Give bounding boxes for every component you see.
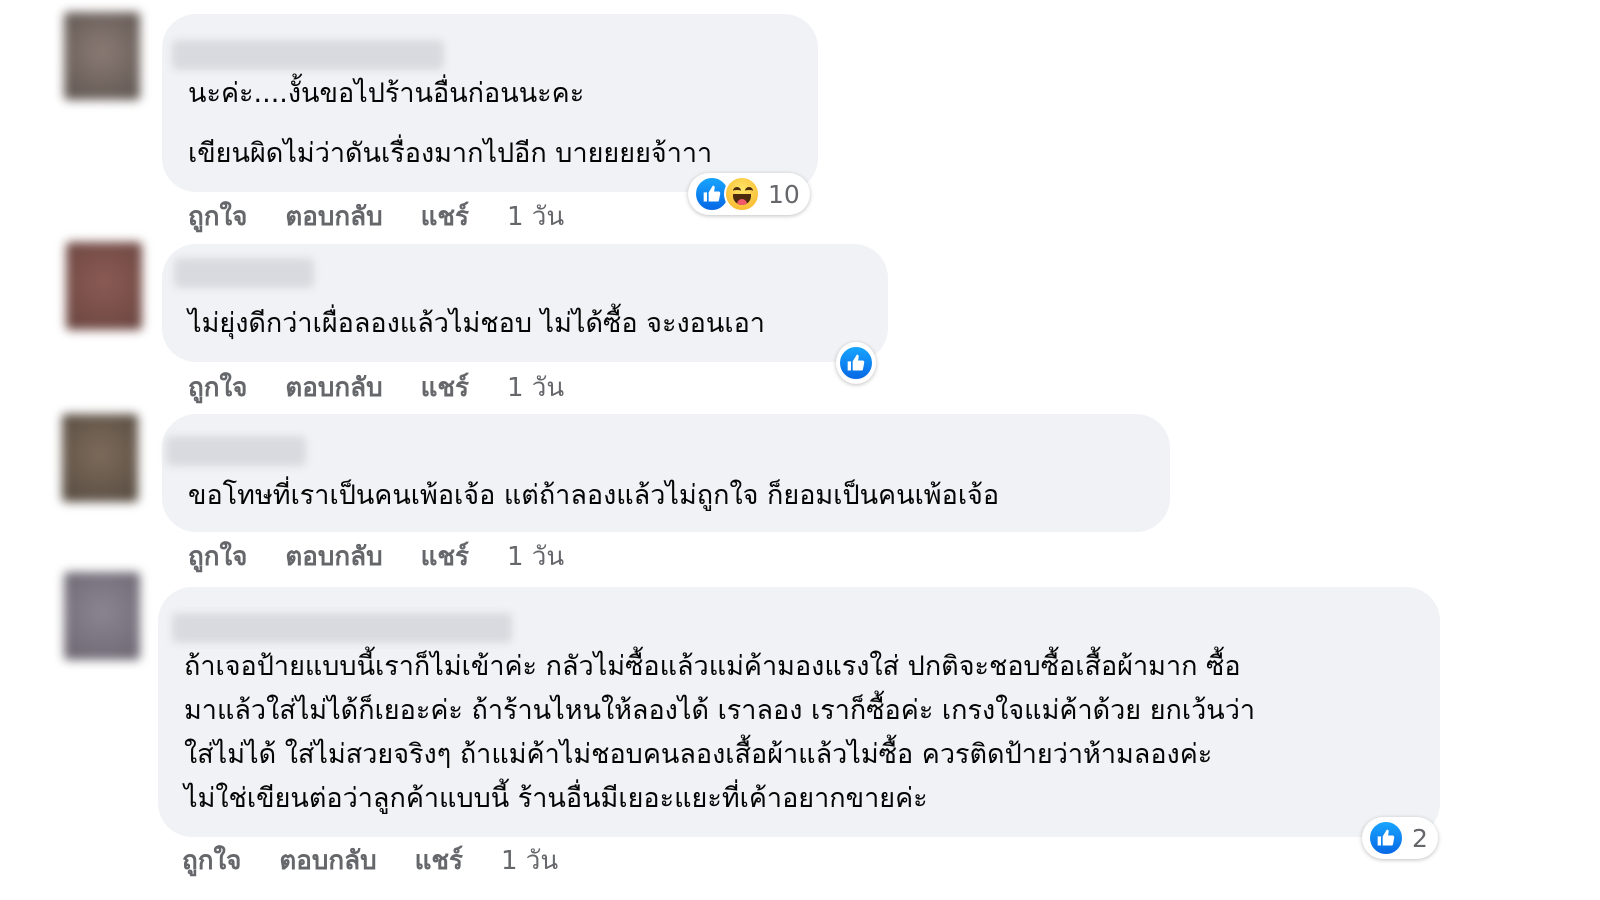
avatar[interactable]: [64, 572, 140, 660]
comment-text-line: นะค่ะ....งั้นขอไปร้านอื่นก่อนนะคะ: [188, 78, 585, 109]
comment-bubble: ขอโทษที่เราเป็นคนเพ้อเจ้อ แต่ถ้าลองแล้วไ…: [162, 414, 1170, 532]
commenter-name[interactable]: [172, 613, 512, 643]
reply-button[interactable]: ตอบกลับ: [279, 840, 376, 881]
comment-bubble: ถ้าเจอป้ายแบบนี้เราก็ไม่เข้าค่ะ กลัวไม่ซ…: [158, 587, 1440, 837]
comment-text-line: ไม่ใช่เขียนต่อว่าลูกค้าแบบนี้ ร้านอื่นมี…: [184, 783, 928, 814]
comment-actions: ถูกใจ ตอบกลับ แชร์ 1 วัน: [182, 840, 558, 881]
comment-actions: ถูกใจ ตอบกลับ แชร์ 1 วัน: [188, 196, 564, 237]
like-button[interactable]: ถูกใจ: [188, 367, 247, 408]
reactions-summary[interactable]: 10: [688, 173, 810, 215]
like-icon: [838, 345, 874, 381]
reactions-summary[interactable]: [836, 342, 876, 384]
commenter-name[interactable]: [166, 436, 306, 466]
reactions-summary[interactable]: 2: [1362, 817, 1438, 859]
like-button[interactable]: ถูกใจ: [188, 196, 247, 237]
haha-icon: [724, 176, 760, 212]
reply-button[interactable]: ตอบกลับ: [285, 196, 382, 237]
reply-button[interactable]: ตอบกลับ: [285, 367, 382, 408]
comment-text-line: ไม่ยุ่งดีกว่าเผื่อลองแล้วไม่ชอบ ไม่ได้ซื…: [188, 308, 765, 339]
share-button[interactable]: แชร์: [421, 367, 469, 408]
comment-text-line: ถ้าเจอป้ายแบบนี้เราก็ไม่เข้าค่ะ กลัวไม่ซ…: [184, 651, 1241, 682]
comment-text-line: ใส่ไม่ได้ ใส่ไม่สวยจริงๆ ถ้าแม่ค้าไม่ชอบ…: [184, 739, 1213, 770]
timestamp[interactable]: 1 วัน: [507, 367, 564, 408]
comment-bubble: ไม่ยุ่งดีกว่าเผื่อลองแล้วไม่ชอบ ไม่ได้ซื…: [162, 244, 888, 362]
timestamp[interactable]: 1 วัน: [501, 840, 558, 881]
comment-text-line: มาแล้วใส่ไม่ได้ก็เยอะค่ะ ถ้าร้านไหนให้ลอ…: [184, 695, 1256, 726]
reaction-count: 2: [1412, 823, 1428, 853]
commenter-name[interactable]: [172, 40, 444, 70]
like-icon: [1368, 820, 1404, 856]
like-button[interactable]: ถูกใจ: [188, 536, 247, 577]
timestamp[interactable]: 1 วัน: [507, 536, 564, 577]
comment-actions: ถูกใจ ตอบกลับ แชร์ 1 วัน: [188, 536, 564, 577]
comment-text-line: ขอโทษที่เราเป็นคนเพ้อเจ้อ แต่ถ้าลองแล้วไ…: [188, 480, 1000, 511]
avatar[interactable]: [66, 242, 142, 330]
avatar[interactable]: [62, 414, 138, 502]
comment-bubble: นะค่ะ....งั้นขอไปร้านอื่นก่อนนะคะ เขียนผ…: [162, 14, 818, 192]
share-button[interactable]: แชร์: [421, 196, 469, 237]
like-button[interactable]: ถูกใจ: [182, 840, 241, 881]
reaction-count: 10: [768, 179, 800, 209]
share-button[interactable]: แชร์: [421, 536, 469, 577]
commenter-name[interactable]: [174, 258, 314, 288]
timestamp[interactable]: 1 วัน: [507, 196, 564, 237]
comment-text-line: เขียนผิดไม่ว่าดันเรื่องมากไปอีก บายยยยจ้…: [188, 138, 713, 169]
comment-actions: ถูกใจ ตอบกลับ แชร์ 1 วัน: [188, 367, 564, 408]
share-button[interactable]: แชร์: [415, 840, 463, 881]
reply-button[interactable]: ตอบกลับ: [285, 536, 382, 577]
avatar[interactable]: [64, 12, 140, 100]
